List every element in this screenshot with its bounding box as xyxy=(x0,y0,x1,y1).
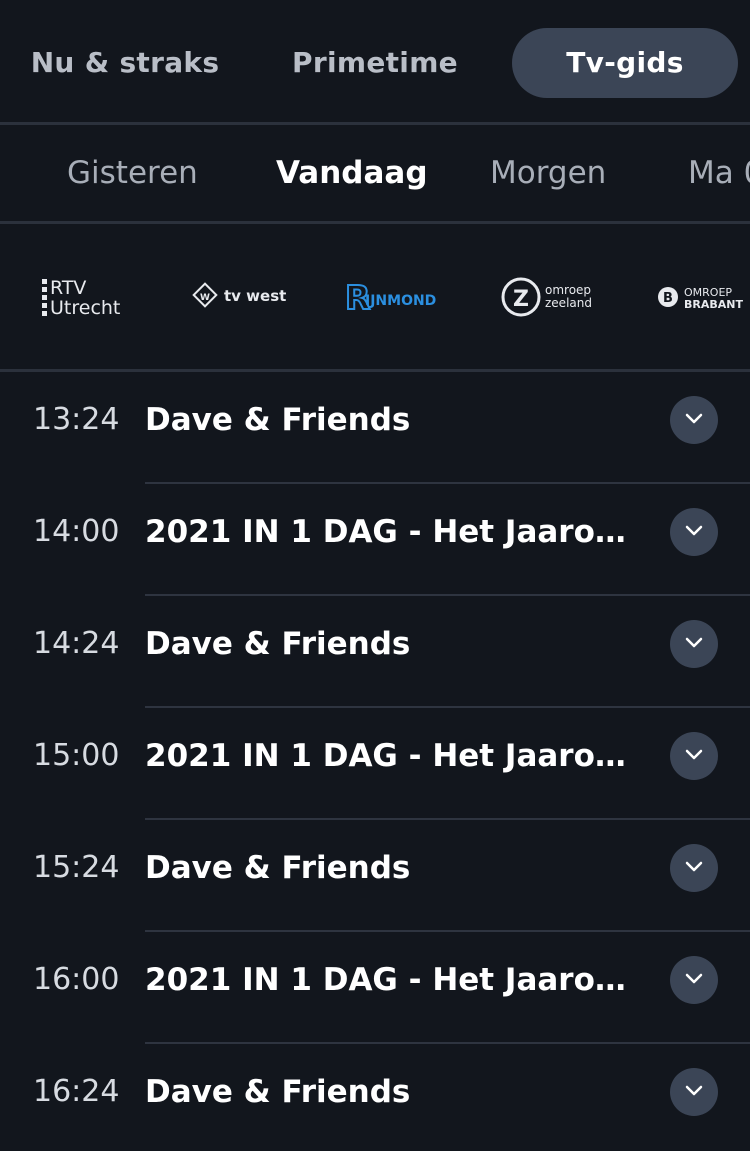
omroep-zeeland-logo-line1: omroep xyxy=(545,283,591,297)
program-time: 14:00 xyxy=(33,514,120,549)
day-tab-morgen[interactable]: Morgen xyxy=(490,125,606,221)
tv-west-logo-text: tv west xyxy=(224,287,286,305)
program-title: 2021 IN 1 DAG - Het Jaaroverz... xyxy=(145,514,630,550)
top-tab-bar: Nu & straks Primetime Tv-gids xyxy=(0,0,750,122)
chevron-down-icon xyxy=(685,861,703,872)
omroep-zeeland-logo-icon: Z omroep zeeland xyxy=(501,277,592,317)
program-row[interactable]: 15:24 Dave & Friends xyxy=(0,820,750,932)
program-title: Dave & Friends xyxy=(145,402,411,438)
rtv-utrecht-logo-icon: RTV Utrecht xyxy=(42,277,120,319)
rijnmond-logo-icon: R IJNMOND xyxy=(345,277,436,318)
omroep-brabant-logo-initial: B xyxy=(663,291,673,306)
program-row[interactable]: 16:00 2021 IN 1 DAG - Het Jaaroverz... xyxy=(0,932,750,1044)
channel-rijnmond[interactable]: R IJNMOND xyxy=(345,224,445,369)
program-row[interactable]: 13:24 Dave & Friends xyxy=(0,372,750,484)
program-time: 16:24 xyxy=(33,1074,120,1109)
omroep-zeeland-logo-initial: Z xyxy=(513,287,529,312)
program-title: 2021 IN 1 DAG - Het Jaaroverz... xyxy=(145,738,630,774)
tab-nu-en-straks[interactable]: Nu & straks xyxy=(20,28,230,98)
tab-tv-gids[interactable]: Tv-gids xyxy=(512,28,738,98)
program-time: 15:00 xyxy=(33,738,120,773)
day-tab-next[interactable]: Ma 0 xyxy=(688,125,750,221)
tab-primetime[interactable]: Primetime xyxy=(265,28,485,98)
channel-tv-west[interactable]: W tv west xyxy=(192,224,292,369)
tv-guide-screen: Nu & straks Primetime Tv-gids Gisteren V… xyxy=(0,0,750,1151)
program-time: 15:24 xyxy=(33,850,120,885)
program-title: Dave & Friends xyxy=(145,850,411,886)
expand-button[interactable] xyxy=(670,396,718,444)
program-row[interactable]: 16:24 Dave & Friends xyxy=(0,1044,750,1151)
program-row[interactable]: 14:24 Dave & Friends xyxy=(0,596,750,708)
channel-rtv-utrecht[interactable]: RTV Utrecht xyxy=(40,224,140,369)
rtv-utrecht-logo-line2: Utrecht xyxy=(50,297,120,319)
channel-omroep-brabant[interactable]: B OMROEP BRABANT xyxy=(655,224,750,369)
rijnmond-logo-text: IJNMOND xyxy=(365,293,436,309)
chevron-down-icon xyxy=(685,1085,703,1096)
program-time: 13:24 xyxy=(33,402,120,437)
expand-button[interactable] xyxy=(670,956,718,1004)
day-tab-vandaag[interactable]: Vandaag xyxy=(276,125,428,221)
program-row[interactable]: 15:00 2021 IN 1 DAG - Het Jaaroverz... xyxy=(0,708,750,820)
chevron-down-icon xyxy=(685,973,703,984)
program-title: Dave & Friends xyxy=(145,626,411,662)
program-schedule-list: 13:24 Dave & Friends 14:00 2021 IN 1 DAG… xyxy=(0,372,750,1151)
tv-west-logo-icon: W tv west xyxy=(192,282,286,308)
expand-button[interactable] xyxy=(670,844,718,892)
day-tab-gisteren[interactable]: Gisteren xyxy=(67,125,198,221)
program-row[interactable]: 14:00 2021 IN 1 DAG - Het Jaaroverz... xyxy=(0,484,750,596)
chevron-down-icon xyxy=(685,525,703,536)
program-time: 16:00 xyxy=(33,962,120,997)
omroep-brabant-logo-icon: B OMROEP BRABANT xyxy=(658,286,743,311)
expand-button[interactable] xyxy=(670,620,718,668)
program-time: 14:24 xyxy=(33,626,120,661)
expand-button[interactable] xyxy=(670,508,718,556)
program-title: 2021 IN 1 DAG - Het Jaaroverz... xyxy=(145,962,630,998)
svg-text:W: W xyxy=(200,293,210,303)
rtv-utrecht-logo-line1: RTV xyxy=(50,277,86,299)
program-title: Dave & Friends xyxy=(145,1074,411,1110)
day-tab-bar[interactable]: Gisteren Vandaag Morgen Ma 0 xyxy=(0,125,750,221)
omroep-brabant-logo-line2: BRABANT xyxy=(684,298,743,311)
expand-button[interactable] xyxy=(670,732,718,780)
channel-omroep-zeeland[interactable]: Z omroep zeeland xyxy=(500,224,600,369)
channel-selector[interactable]: RTV Utrecht W tv west R IJNMOND Z omroep… xyxy=(0,224,750,369)
omroep-zeeland-logo-line2: zeeland xyxy=(545,296,592,310)
expand-button[interactable] xyxy=(670,1068,718,1116)
chevron-down-icon xyxy=(685,637,703,648)
chevron-down-icon xyxy=(685,749,703,760)
chevron-down-icon xyxy=(685,413,703,424)
